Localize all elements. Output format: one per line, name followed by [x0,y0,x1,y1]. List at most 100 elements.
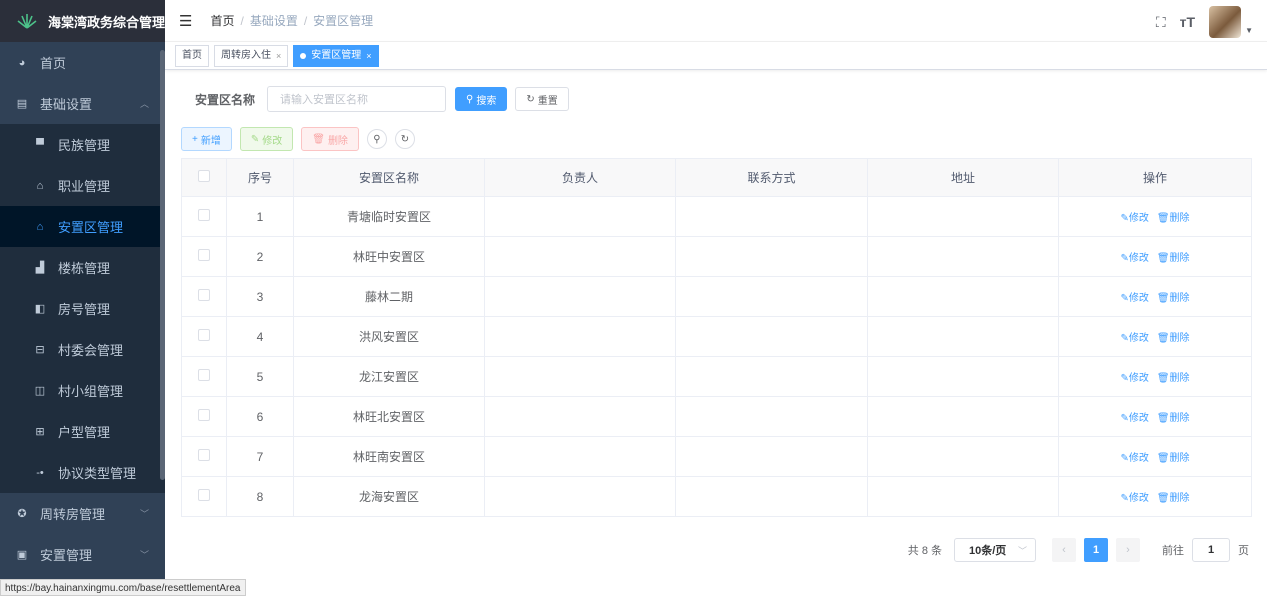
row-checkbox[interactable] [198,209,210,221]
search-button[interactable]: ⚲ 搜索 [455,87,508,111]
row-checkbox[interactable] [198,289,210,301]
row-edit-button[interactable]: ✎修改 [1120,453,1148,464]
page-size-value: 10条/页 [969,545,1007,557]
row-checkbox[interactable] [198,329,210,341]
refresh-table-icon[interactable]: ↻ [394,129,415,149]
row-contact [675,276,868,317]
row-edit-button[interactable]: ✎修改 [1120,373,1148,384]
table-row: 4 洪风安置区 ✎修改 🗑删除 [181,316,1252,357]
pagination-total: 共 8 条 [907,545,942,557]
row-delete-button[interactable]: 🗑删除 [1157,413,1190,424]
row-index: 8 [226,476,294,517]
row-checkbox[interactable] [198,489,210,501]
next-page-button[interactable]: › [1116,538,1140,562]
edit-icon: ✎ [1120,373,1129,384]
row-edit-button[interactable]: ✎修改 [1120,253,1148,264]
grid-icon: ▤ [16,98,28,110]
row-delete-button[interactable]: 🗑删除 [1157,493,1190,504]
app-logo[interactable]: 海棠湾政务综合管理 [0,0,165,42]
close-icon[interactable]: × [276,46,281,66]
goto-suffix: 页 [1238,545,1249,557]
row-address [867,436,1059,477]
search-input[interactable]: 请输入安置区名称 [267,86,447,112]
table-row: 7 林旺南安置区 ✎修改 🗑删除 [181,436,1252,477]
data-table: 序号 安置区名称 负责人 联系方式 地址 操作 1 青塘临时安置区 ✎修改 🗑删除 2 林… [181,158,1252,517]
sidebar-item-room[interactable]: ◧ 房号管理 [0,288,165,329]
font-size-icon[interactable]: тT [1180,14,1195,30]
row-delete-button[interactable]: 🗑删除 [1157,333,1190,344]
sidebar-item-turnover-housing[interactable]: ✪ 周转房管理 ﹀ [0,493,165,534]
sidebar-item-agreement-type[interactable]: -• 协议类型管理 [0,452,165,493]
trash-icon: 🗑 [1156,413,1170,424]
row-index: 4 [226,316,294,357]
avatar[interactable] [1209,6,1242,38]
sidebar-item-house-type[interactable]: ⊞ 户型管理 [0,411,165,452]
sidebar-item-label: 民族管理 [58,138,111,153]
close-icon[interactable]: × [366,46,371,66]
row-address [867,236,1059,277]
row-area-name: 洪风安置区 [293,316,485,357]
row-manager [484,476,676,517]
tag-home[interactable]: 首页 [175,44,209,67]
prev-page-button[interactable]: ‹ [1052,538,1076,562]
tag-turnover-checkin[interactable]: 周转房入住 × [214,44,289,67]
table-row: 5 龙江安置区 ✎修改 🗑删除 [181,356,1252,397]
table-row: 1 青塘临时安置区 ✎修改 🗑删除 [181,196,1252,237]
sidebar-item-label: 协议类型管理 [58,466,137,481]
reset-button[interactable]: ↻ 重置 [515,87,569,111]
row-area-name: 龙海安置区 [293,476,485,517]
sidebar-item-resettlement[interactable]: ▣ 安置管理 ﹀ [0,534,165,575]
add-button[interactable]: + 新增 [181,127,232,151]
row-actions: ✎修改 🗑删除 [1058,396,1252,437]
select-all-checkbox[interactable] [198,170,210,182]
edit-button[interactable]: ✎ 修改 [239,127,294,151]
row-actions: ✎修改 🗑删除 [1058,316,1252,357]
hamburger-icon[interactable]: ☰ [179,12,192,30]
sidebar-item-basic-settings[interactable]: ▤ 基础设置 ︿ [0,83,165,124]
sidebar-item-building[interactable]: ▟ 楼栋管理 [0,247,165,288]
row-delete-label: 删除 [1169,253,1190,264]
breadcrumb-home[interactable]: 首页 [210,14,234,28]
row-address [867,196,1059,237]
caret-down-icon[interactable]: ▼ [1245,26,1253,35]
row-checkbox-cell [181,356,227,397]
page-number[interactable]: 1 [1084,538,1108,562]
row-delete-button[interactable]: 🗑删除 [1157,293,1190,304]
sidebar-item-home[interactable]: ◕ 首页 [0,42,165,83]
tag-resettlement-area[interactable]: 安置区管理 × [293,44,379,67]
sidebar-item-ethnic[interactable]: ▀ 民族管理 [0,124,165,165]
fullscreen-icon[interactable]: ⛶ [1156,14,1166,31]
search-button-label: 搜索 [476,95,497,107]
row-edit-button[interactable]: ✎修改 [1120,213,1148,224]
row-delete-button[interactable]: 🗑删除 [1157,453,1190,464]
page-size-select[interactable]: 10条/页 ﹀ [954,538,1036,562]
row-delete-button[interactable]: 🗑删除 [1157,213,1190,224]
sidebar-item-village-committee[interactable]: ⊟ 村委会管理 [0,329,165,370]
trash-icon: 🗑 [312,133,325,145]
row-checkbox[interactable] [198,409,210,421]
row-area-name: 林旺中安置区 [293,236,485,277]
row-checkbox[interactable] [198,369,210,381]
row-area-name: 藤林二期 [293,276,485,317]
row-delete-button[interactable]: 🗑删除 [1157,373,1190,384]
row-checkbox[interactable] [198,449,210,461]
goto-page-input[interactable]: 1 [1192,538,1230,562]
table-icon: ◫ [34,385,46,397]
delete-button[interactable]: 🗑 删除 [301,127,359,151]
sidebar-item-village-group[interactable]: ◫ 村小组管理 [0,370,165,411]
tags-view: 首页 周转房入住 × 安置区管理 × [165,42,1267,70]
row-checkbox-cell [181,276,227,317]
sidebar-item-occupation[interactable]: ⌂ 职业管理 [0,165,165,206]
row-checkbox[interactable] [198,249,210,261]
row-edit-button[interactable]: ✎修改 [1120,333,1148,344]
row-edit-button[interactable]: ✎修改 [1120,293,1148,304]
sidebar-item-resettlement-area[interactable]: ⌂ 安置区管理 [0,206,165,247]
row-edit-button[interactable]: ✎修改 [1120,413,1148,424]
toggle-search-icon[interactable]: ⚲ [366,129,387,149]
edit-icon: ✎ [1120,293,1129,304]
row-delete-button[interactable]: 🗑删除 [1157,253,1190,264]
sidebar-item-label: 安置区管理 [58,220,124,235]
row-contact [675,436,868,477]
row-edit-button[interactable]: ✎修改 [1120,493,1148,504]
row-actions: ✎修改 🗑删除 [1058,276,1252,317]
